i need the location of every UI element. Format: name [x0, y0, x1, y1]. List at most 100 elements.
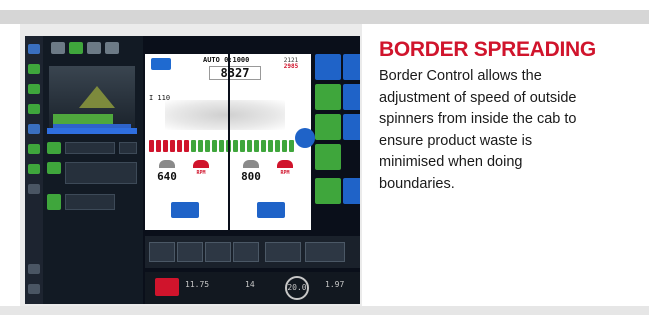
layers-icon[interactable]	[28, 84, 40, 94]
article-body: Border Control allows the adjustment of …	[379, 66, 649, 196]
center-divider	[228, 54, 230, 230]
tractor-icon[interactable]	[28, 44, 40, 54]
section-bar	[198, 140, 203, 152]
right-spinner-speed: 800	[241, 170, 261, 183]
target-icon[interactable]	[69, 42, 83, 54]
speed-gauge: 20.0	[285, 276, 309, 300]
right-up-button[interactable]	[343, 84, 360, 110]
mode-header: AUTO 0:1000	[203, 56, 249, 64]
up-button[interactable]	[343, 54, 360, 80]
section-bar	[275, 140, 280, 152]
section-bar	[233, 140, 238, 152]
section-bar	[254, 140, 259, 152]
terminal-toolbar	[145, 236, 360, 268]
section-select[interactable]	[65, 194, 115, 210]
tool-button-2[interactable]	[233, 242, 259, 262]
left-spinner-unit: RPM	[196, 170, 206, 176]
top-margin	[0, 0, 649, 10]
section-bar	[212, 140, 217, 152]
spinner-icon	[243, 160, 259, 168]
camera-icon[interactable]	[28, 264, 40, 274]
return-button[interactable]	[343, 178, 360, 204]
section-bar	[261, 140, 266, 152]
warning-icon[interactable]	[155, 278, 179, 296]
border-slider[interactable]	[65, 142, 115, 154]
section-bar	[289, 140, 294, 152]
body-line: spinners from inside the cab to	[379, 111, 577, 128]
mode-toggle[interactable]	[47, 162, 61, 174]
border-button[interactable]	[315, 144, 341, 170]
target-rate: 8327	[209, 66, 261, 80]
mode-label: AUTO	[203, 56, 220, 64]
section-bar	[268, 140, 273, 152]
right-down-button[interactable]	[343, 114, 360, 140]
wrench-icon[interactable]	[28, 284, 40, 294]
tool-button-3[interactable]	[265, 242, 301, 262]
pin-icon[interactable]	[51, 42, 65, 54]
page: AUTO 0:1000 8327 2121 2985 I 110 640 RPM…	[0, 0, 649, 315]
section-bar	[177, 140, 182, 152]
tractor-button[interactable]	[315, 54, 341, 80]
status-bar: 11.75 14 20.0 1.97	[145, 272, 360, 304]
section-bar	[282, 140, 287, 152]
section-bar	[163, 140, 168, 152]
body-line: boundaries.	[379, 175, 455, 192]
map-icon[interactable]	[28, 64, 40, 74]
rate-readout: 2121 2985	[275, 58, 307, 70]
field-icon[interactable]	[28, 124, 40, 134]
article-title: BORDER SPREADING	[379, 38, 596, 61]
settings-icon[interactable]	[28, 104, 40, 114]
headland-button[interactable]	[315, 178, 341, 204]
border-toggle[interactable]	[47, 142, 61, 154]
spinner-icon	[277, 160, 293, 168]
body-line: ensure product waste is	[379, 132, 533, 149]
right-spinner: 800	[233, 160, 269, 183]
border-value	[119, 142, 137, 154]
left-spinner-rpm: RPM	[183, 160, 219, 176]
left-border-button[interactable]	[171, 202, 199, 218]
spinner-icon	[159, 160, 175, 168]
body-line: adjustment of speed of outside	[379, 89, 577, 106]
rate-value-2: 2985	[283, 63, 299, 70]
section-toggle[interactable]	[47, 194, 61, 210]
grid-button[interactable]	[149, 242, 175, 262]
section-bar	[219, 140, 224, 152]
tool-button-4[interactable]	[305, 242, 345, 262]
record-button[interactable]	[177, 242, 203, 262]
top-gray-band	[0, 10, 649, 24]
job-icon[interactable]	[28, 144, 40, 154]
status-value-2: 14	[245, 280, 255, 289]
body-line: Border Control allows the	[379, 68, 542, 84]
info-icon[interactable]	[28, 184, 40, 194]
section-icon[interactable]	[28, 164, 40, 174]
bottom-gray-band	[0, 306, 649, 315]
on-button[interactable]	[315, 84, 341, 110]
tractor-icon[interactable]	[151, 58, 171, 70]
right-spinner-rpm: RPM	[267, 160, 303, 176]
status-strip	[47, 128, 137, 134]
terminal-screen: AUTO 0:1000 8327 2121 2985 I 110 640 RPM…	[25, 36, 360, 304]
tool-button-1[interactable]	[205, 242, 231, 262]
section-bar	[184, 140, 189, 152]
spinner-icon	[193, 160, 209, 168]
spreader-display: AUTO 0:1000 8327 2121 2985 I 110 640 RPM…	[145, 54, 311, 230]
terminal-left-sidebar	[25, 36, 43, 304]
coverage-bar	[53, 114, 113, 124]
section-bars	[149, 140, 294, 152]
section-bar	[170, 140, 175, 152]
spread-pattern	[165, 100, 285, 130]
left-spinner-speed: 640	[157, 170, 177, 183]
rotate-icon[interactable]	[295, 128, 315, 148]
auto-button[interactable]	[315, 114, 341, 140]
spreader-graphic	[79, 86, 115, 108]
status-value-1: 11.75	[185, 280, 210, 289]
terminal-left-panel	[43, 36, 143, 304]
section-bar	[240, 140, 245, 152]
section-bar	[156, 140, 161, 152]
right-border-button[interactable]	[257, 202, 285, 218]
zoom-in-icon[interactable]	[87, 42, 101, 54]
zoom-out-icon[interactable]	[105, 42, 119, 54]
status-value-3: 1.97	[325, 280, 345, 289]
section-bar	[191, 140, 196, 152]
right-spinner-unit: RPM	[280, 170, 290, 176]
